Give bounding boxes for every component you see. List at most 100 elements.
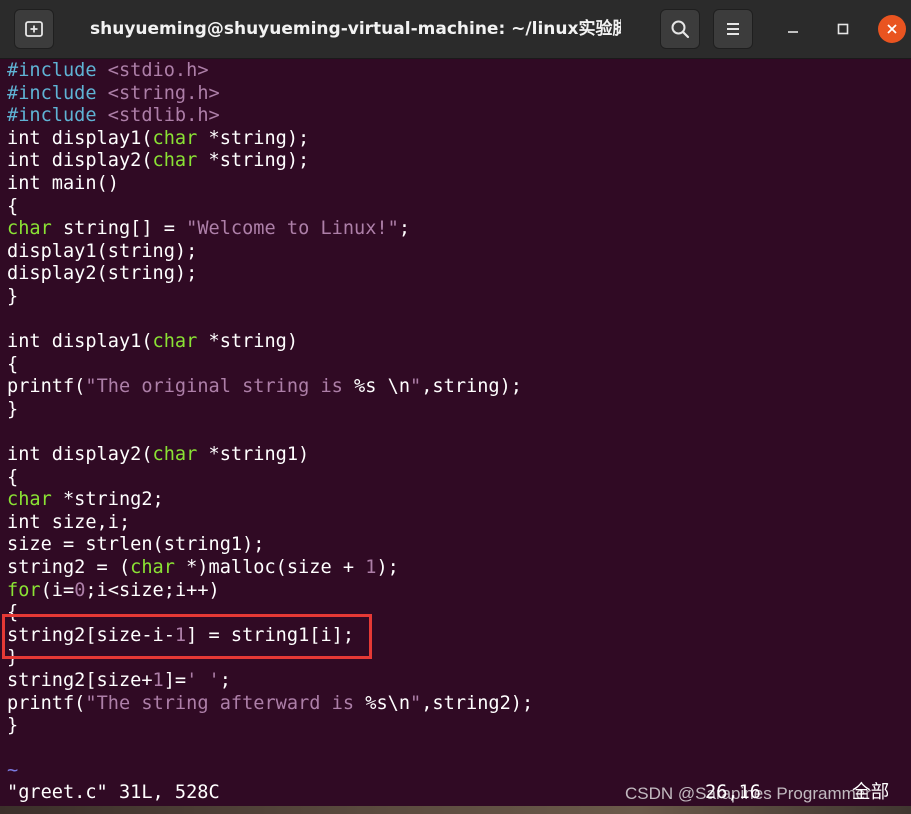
code-token: string[] =: [51, 218, 187, 240]
code-line: {: [7, 467, 907, 490]
hamburger-menu-icon: [727, 23, 739, 35]
code-token: ,string2);: [421, 692, 534, 714]
code-token: ": [410, 692, 422, 714]
code-line: int main(): [7, 173, 907, 196]
code-token: 1: [365, 557, 377, 579]
code-line: char *string2;: [7, 489, 907, 512]
code-token: *string);: [197, 150, 310, 172]
code-token: ~: [7, 760, 19, 782]
code-token: int display2(: [7, 150, 153, 172]
code-token: int display2(: [7, 444, 153, 466]
code-token: for: [7, 579, 41, 601]
code-token: size = strlen(string1);: [7, 534, 265, 556]
code-token: "The original string is: [85, 376, 355, 398]
code-token: char: [152, 150, 198, 172]
maximize-icon: [837, 23, 849, 35]
code-line: int size,i;: [7, 512, 907, 535]
code-line: {: [7, 196, 907, 219]
status-line-file-info: "greet.c" 31L, 528C: [7, 782, 220, 803]
code-token: display2(string);: [7, 263, 198, 285]
close-icon: [887, 24, 897, 34]
desktop-background: [0, 806, 911, 814]
new-tab-icon: [25, 21, 43, 37]
code-token: printf(: [7, 376, 86, 398]
code-line: #include <stdio.h>: [7, 60, 907, 83]
code-line: int display2(char *string1): [7, 444, 907, 467]
code-token: %s: [354, 376, 377, 398]
code-line: for(i=0;i<size;i++): [7, 580, 907, 603]
maximize-button[interactable]: [828, 14, 858, 44]
code-line: printf("The original string is %s \n",st…: [7, 376, 907, 399]
code-token: char: [152, 127, 198, 149]
code-token: ' ': [186, 670, 220, 692]
new-tab-button[interactable]: [14, 9, 54, 49]
code-token: }: [7, 398, 19, 420]
title-bar[interactable]: shuyueming@shuyueming-virtual-machine: ~…: [0, 0, 911, 59]
code-token: }: [7, 715, 19, 737]
minimize-icon: [788, 31, 798, 33]
code-line: printf("The string afterward is %s\n",st…: [7, 693, 907, 716]
menu-button[interactable]: [713, 9, 753, 49]
code-token: {: [7, 195, 19, 217]
code-token: char: [152, 444, 198, 466]
code-line: string2 = (char *)malloc(size + 1);: [7, 557, 907, 580]
code-token: *)malloc(size +: [174, 557, 366, 579]
code-line: }: [7, 399, 907, 422]
code-token: <stdio.h>: [107, 60, 209, 81]
code-token: ;: [398, 218, 411, 240]
code-line: char string[] = "Welcome to Linux!";: [7, 218, 907, 241]
code-token: *string2;: [51, 489, 164, 511]
code-token: printf(: [7, 692, 86, 714]
code-token: #include: [7, 82, 97, 104]
code-token: 0: [74, 579, 86, 601]
code-line: string2[size+1]=' ';: [7, 670, 907, 693]
code-token: char: [7, 489, 52, 511]
code-token: #include: [7, 105, 97, 127]
code-line: display1(string);: [7, 241, 907, 264]
window-title: shuyueming@shuyueming-virtual-machine: ~…: [90, 19, 621, 39]
terminal-window: shuyueming@shuyueming-virtual-machine: ~…: [0, 0, 911, 806]
code-token: }: [7, 285, 19, 307]
code-token: *string): [197, 331, 299, 353]
code-token: {: [7, 466, 19, 488]
code-token: "The string afterward is: [85, 692, 366, 714]
code-token: char: [130, 557, 175, 579]
code-line: #include <stdlib.h>: [7, 105, 907, 128]
code-token: <stdlib.h>: [107, 105, 220, 127]
code-editor[interactable]: #include <stdio.h> #include <string.h> #in…: [7, 60, 907, 783]
code-line: int display2(char *string);: [7, 150, 907, 173]
code-line: }: [7, 286, 907, 309]
code-line: size = strlen(string1);: [7, 534, 907, 557]
close-button[interactable]: [878, 15, 906, 43]
code-line: #include <string.h>: [7, 83, 907, 106]
code-token: display1(string);: [7, 240, 198, 262]
code-line: }: [7, 715, 907, 738]
search-icon: [671, 20, 690, 39]
code-token: char: [7, 218, 52, 240]
code-token: );: [376, 557, 399, 579]
code-token: string2[size+: [7, 670, 153, 692]
code-token: ;i<size;i++): [85, 579, 220, 601]
code-line: display2(string);: [7, 263, 907, 286]
code-line: int display1(char *string): [7, 331, 907, 354]
code-token: 1: [152, 670, 164, 692]
code-token: %s\n: [365, 692, 411, 714]
code-token: ,string);: [421, 376, 522, 398]
code-token: ]=: [163, 670, 187, 692]
code-token: int display1(: [7, 127, 153, 149]
minimize-button[interactable]: [778, 14, 808, 44]
code-token: char: [152, 331, 198, 353]
code-token: int size,i;: [7, 511, 131, 533]
code-line: int display1(char *string);: [7, 128, 907, 151]
cursor-position: 26,16: [705, 782, 761, 803]
code-token: ;: [219, 670, 231, 692]
code-token: "Welcome to Linux!": [186, 218, 399, 240]
code-token: *string);: [197, 127, 310, 149]
code-token: string2 = (: [7, 557, 131, 579]
search-button[interactable]: [660, 9, 700, 49]
